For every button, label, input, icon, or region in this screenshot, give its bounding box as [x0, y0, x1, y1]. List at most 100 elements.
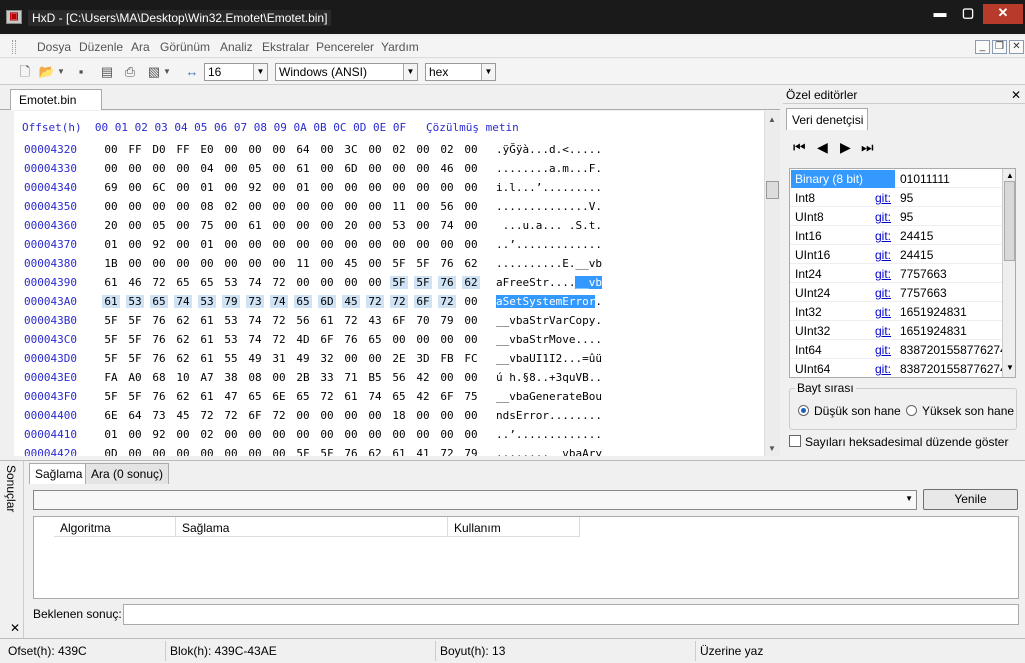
- hex-byte[interactable]: A7: [198, 371, 216, 384]
- hex-byte[interactable]: 61: [198, 333, 216, 346]
- menu-file[interactable]: Dosya: [37, 40, 71, 54]
- hex-byte[interactable]: 00: [246, 447, 264, 456]
- expected-result-input[interactable]: [123, 604, 1019, 625]
- tab-data-inspector[interactable]: Veri denetçisi: [786, 108, 868, 130]
- hex-byte[interactable]: 20: [102, 219, 120, 232]
- hex-byte[interactable]: 00: [462, 314, 480, 327]
- hex-byte[interactable]: 00: [390, 162, 408, 175]
- hex-byte[interactable]: 00: [294, 428, 312, 441]
- hex-byte[interactable]: 56: [438, 200, 456, 213]
- hex-byte[interactable]: 00: [126, 447, 144, 456]
- hex-byte[interactable]: 00: [366, 276, 384, 289]
- hex-byte[interactable]: 5F: [390, 257, 408, 270]
- hex-byte[interactable]: 74: [246, 276, 264, 289]
- hex-byte[interactable]: 00: [342, 276, 360, 289]
- goto-link[interactable]: git:: [875, 324, 891, 338]
- hex-byte[interactable]: 61: [318, 314, 336, 327]
- export-dropdown-icon[interactable]: ▼: [162, 63, 172, 81]
- first-icon[interactable]: ⏮: [793, 139, 806, 156]
- hex-byte[interactable]: 74: [366, 390, 384, 403]
- hex-byte[interactable]: 62: [174, 390, 192, 403]
- tab-checksum[interactable]: Sağlama: [29, 463, 89, 484]
- hex-byte[interactable]: 00: [150, 200, 168, 213]
- hex-byte[interactable]: 00: [414, 238, 432, 251]
- hex-byte[interactable]: 01: [294, 181, 312, 194]
- mdi-close-icon[interactable]: ✕: [1009, 40, 1024, 54]
- hex-byte[interactable]: FC: [462, 352, 480, 365]
- hex-byte[interactable]: 56: [390, 371, 408, 384]
- hex-byte[interactable]: 65: [294, 390, 312, 403]
- inspector-row[interactable]: UInt8 git: 95: [790, 207, 1002, 226]
- save-icon[interactable]: ▪: [72, 63, 90, 81]
- little-endian-radio[interactable]: [798, 405, 809, 416]
- hex-byte[interactable]: 72: [270, 276, 288, 289]
- hex-byte[interactable]: 00: [366, 162, 384, 175]
- inspector-row[interactable]: Int8 git: 95: [790, 188, 1002, 207]
- hex-byte[interactable]: 00: [414, 219, 432, 232]
- hex-byte[interactable]: 00: [366, 428, 384, 441]
- hex-byte[interactable]: 00: [222, 162, 240, 175]
- hex-byte[interactable]: 00: [270, 143, 288, 156]
- hex-byte[interactable]: 6F: [438, 390, 456, 403]
- menu-windows[interactable]: Pencereler: [316, 40, 374, 54]
- hex-editor[interactable]: Offset(h) 00 01 02 03 04 05 06 07 08 09 …: [14, 111, 764, 456]
- hex-byte[interactable]: 74: [438, 219, 456, 232]
- hex-display-checkbox[interactable]: [789, 435, 801, 447]
- refresh-button[interactable]: Yenile: [923, 489, 1018, 510]
- hex-byte[interactable]: 00: [222, 181, 240, 194]
- hex-byte[interactable]: 76: [438, 276, 456, 289]
- hex-byte[interactable]: 62: [174, 314, 192, 327]
- hex-byte[interactable]: 05: [150, 219, 168, 232]
- hex-byte[interactable]: 00: [174, 181, 192, 194]
- hex-byte[interactable]: 00: [390, 181, 408, 194]
- inspector-row[interactable]: UInt32 git: 1651924831: [790, 321, 1002, 340]
- hex-row[interactable]: 000043C0 5F 5F 76 62 61 53 74 72 4D 6F 76 65 00 00 00 00…: [14, 333, 764, 351]
- hex-byte[interactable]: 10: [174, 371, 192, 384]
- hex-byte[interactable]: 61: [294, 162, 312, 175]
- hex-byte[interactable]: 62: [174, 333, 192, 346]
- hex-row[interactable]: 00004380 1B 00 00 00 00 00 00 00 11 00 45 00 5F 5F 76 62…: [14, 257, 764, 275]
- hex-byte[interactable]: 61: [198, 390, 216, 403]
- hex-byte[interactable]: 61: [198, 314, 216, 327]
- hex-byte[interactable]: 6E: [270, 390, 288, 403]
- inspector-value[interactable]: 01011111: [900, 172, 950, 186]
- hex-byte[interactable]: 68: [150, 371, 168, 384]
- hex-byte[interactable]: 3D: [414, 352, 432, 365]
- menu-analysis[interactable]: Analiz: [220, 40, 253, 54]
- maximize-button[interactable]: ▢: [955, 4, 981, 24]
- hex-byte[interactable]: 46: [126, 276, 144, 289]
- hex-byte[interactable]: 61: [102, 276, 120, 289]
- hex-byte[interactable]: 00: [318, 219, 336, 232]
- hex-byte[interactable]: 74: [174, 295, 192, 308]
- goto-link[interactable]: git:: [875, 305, 891, 319]
- hex-byte[interactable]: 11: [390, 200, 408, 213]
- hex-byte[interactable]: 0D: [102, 447, 120, 456]
- hex-byte[interactable]: 5F: [126, 352, 144, 365]
- mdi-restore-icon[interactable]: ❐: [992, 40, 1007, 54]
- inspector-scrollbar[interactable]: ▲ ▼: [1002, 169, 1015, 377]
- hex-byte[interactable]: 62: [174, 352, 192, 365]
- next-icon[interactable]: ▶: [840, 139, 851, 156]
- hex-byte[interactable]: 42: [414, 390, 432, 403]
- hex-byte[interactable]: 00: [438, 333, 456, 346]
- hex-byte[interactable]: 00: [366, 143, 384, 156]
- hex-byte[interactable]: 76: [342, 333, 360, 346]
- hex-byte[interactable]: 00: [150, 162, 168, 175]
- hex-byte[interactable]: 00: [462, 238, 480, 251]
- algorithm-select[interactable]: ▼: [33, 490, 917, 510]
- hex-byte[interactable]: 01: [102, 238, 120, 251]
- hex-byte[interactable]: 92: [246, 181, 264, 194]
- hex-byte[interactable]: 76: [150, 352, 168, 365]
- hex-row[interactable]: 00004340 69 00 6C 00 01 00 92 00 01 00 00 00 00 00 00 00…: [14, 181, 764, 199]
- hex-byte[interactable]: 72: [318, 390, 336, 403]
- hex-byte[interactable]: 72: [342, 314, 360, 327]
- column-checksum[interactable]: Sağlama: [176, 517, 448, 537]
- hex-byte[interactable]: 4D: [294, 333, 312, 346]
- hex-byte[interactable]: 00: [126, 181, 144, 194]
- hex-byte[interactable]: 00: [462, 181, 480, 194]
- inspector-row[interactable]: Int32 git: 1651924831: [790, 302, 1002, 321]
- hex-byte[interactable]: 00: [294, 219, 312, 232]
- hex-byte[interactable]: 00: [318, 238, 336, 251]
- hex-byte[interactable]: 53: [222, 314, 240, 327]
- hex-byte[interactable]: 62: [366, 447, 384, 456]
